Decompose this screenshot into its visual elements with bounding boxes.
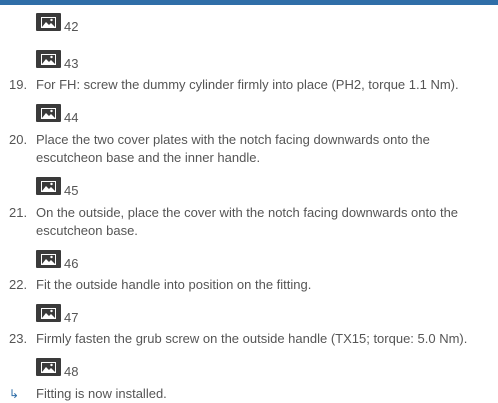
step-text: Place the two cover plates with the notc…	[36, 132, 430, 165]
figure-42: 42	[36, 7, 498, 34]
step-text: On the outside, place the cover with the…	[36, 205, 459, 238]
image-placeholder-icon	[36, 50, 61, 68]
figure-45: 45	[36, 171, 498, 198]
step-number: 23.	[9, 331, 28, 346]
figure-number: 42	[64, 19, 79, 34]
step-text: Fit the outside handle into position on …	[36, 277, 312, 292]
figure-44: 44	[36, 98, 498, 125]
figure-number: 48	[64, 364, 79, 379]
figure-48: 48	[36, 352, 498, 379]
step-21: 21. On the outside, place the cover with…	[0, 204, 498, 240]
result-line: ↳ Fitting is now installed.	[0, 385, 498, 403]
step-22: 22. Fit the outside handle into position…	[0, 276, 498, 294]
result-text: Fitting is now installed.	[36, 386, 167, 401]
figure-number: 44	[64, 110, 79, 125]
step-number: 21.	[9, 205, 28, 220]
step-number: 20.	[9, 132, 28, 147]
image-placeholder-icon	[36, 177, 61, 195]
step-text: Firmly fasten the grub screw on the outs…	[36, 331, 468, 346]
figure-number: 46	[64, 256, 79, 271]
image-placeholder-icon	[36, 304, 61, 322]
figure-46: 46	[36, 244, 498, 271]
result-arrow-icon: ↳	[9, 387, 20, 401]
image-placeholder-icon	[36, 358, 61, 376]
step-19: 19. For FH: screw the dummy cylinder fir…	[0, 76, 498, 94]
step-23: 23. Firmly fasten the grub screw on the …	[0, 330, 498, 348]
figure-number: 45	[64, 183, 79, 198]
figure-43: 43	[36, 44, 498, 71]
figure-47: 47	[36, 298, 498, 325]
step-number: 19.	[9, 77, 28, 92]
image-placeholder-icon	[36, 104, 61, 122]
image-placeholder-icon	[36, 13, 61, 31]
image-placeholder-icon	[36, 250, 61, 268]
figure-number: 47	[64, 310, 79, 325]
figure-number: 43	[64, 56, 79, 71]
document-body: 42 43 19. For FH: screw the dummy cylind…	[0, 5, 498, 403]
step-number: 22.	[9, 277, 28, 292]
step-20: 20. Place the two cover plates with the …	[0, 131, 498, 167]
step-text: For FH: screw the dummy cylinder firmly …	[36, 77, 459, 92]
